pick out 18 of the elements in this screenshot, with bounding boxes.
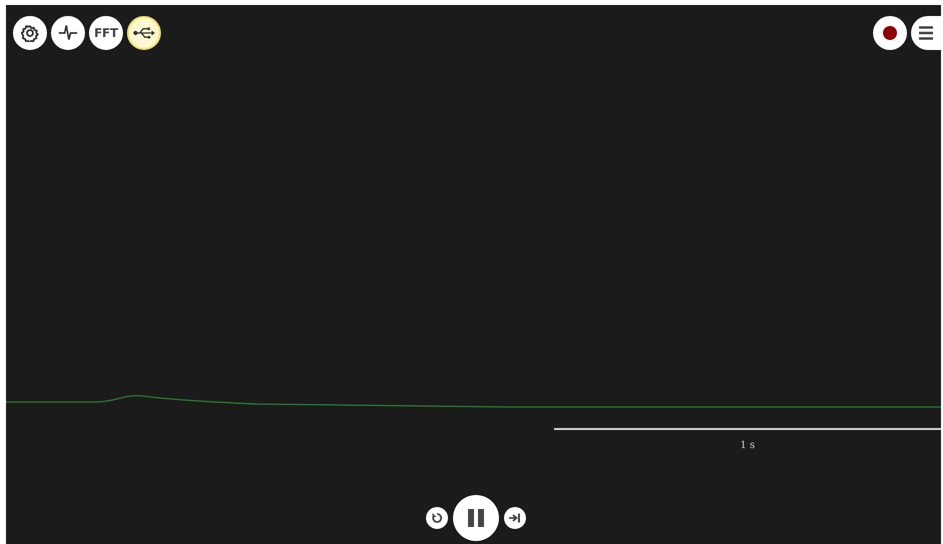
menu-button[interactable] [911,16,941,50]
fft-button[interactable]: FFT [89,16,123,50]
record-button[interactable] [873,16,907,50]
reset-icon [431,512,443,524]
record-icon [883,26,897,40]
skip-icon [509,512,521,524]
usb-icon [133,25,155,41]
settings-button[interactable] [13,16,47,50]
pause-button[interactable] [453,495,499,541]
skip-button[interactable] [504,507,526,529]
pulse-icon [58,23,78,43]
usb-button[interactable] [127,16,161,50]
settings-icon [21,24,39,42]
menu-icon [918,25,934,41]
scale-label: 1 s [740,439,755,453]
signal-button[interactable] [51,16,85,50]
reset-button[interactable] [426,507,448,529]
pause-icon [466,508,486,528]
